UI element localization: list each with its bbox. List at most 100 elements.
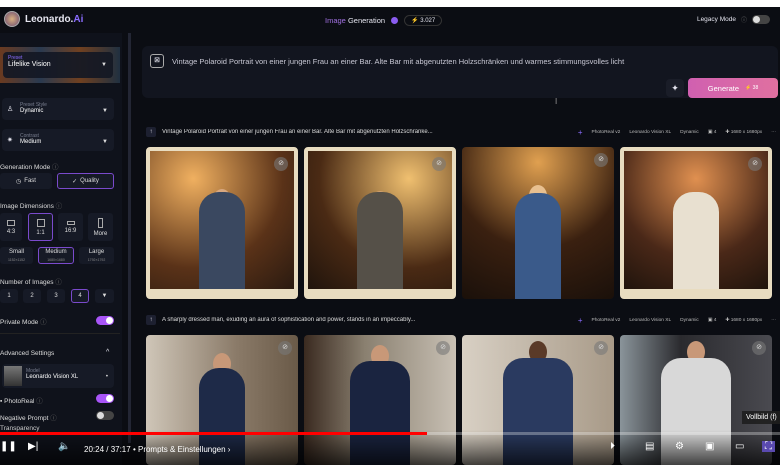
size-small[interactable]: Small 1152×1152: [0, 247, 33, 264]
quality-label: Quality: [80, 178, 99, 184]
preset-select[interactable]: Preset Lifelike Vision ▼: [3, 52, 113, 78]
generated-image[interactable]: ⊘: [146, 147, 298, 299]
logo-ai: Ai: [73, 13, 84, 25]
model-select[interactable]: Model Leonardo Vision XL •: [2, 364, 114, 388]
miniplayer-icon[interactable]: ▣: [705, 441, 714, 452]
hide-icon[interactable]: ⊘: [436, 341, 450, 355]
pin-icon[interactable]: ↑: [146, 127, 156, 137]
images-3[interactable]: 3: [47, 289, 65, 303]
time: 20:24 / 37:17: [84, 445, 131, 454]
sidebar-scrollbar[interactable]: [128, 33, 131, 443]
caret-down-icon: ▼: [101, 62, 107, 68]
images-4[interactable]: 4: [71, 289, 89, 303]
size-medium[interactable]: Medium 1680×1680: [38, 247, 74, 264]
info-dot-icon[interactable]: [391, 17, 399, 24]
fast-button[interactable]: ◷ Fast: [0, 173, 52, 189]
generation-mode-heading: Generation Mode ⓘ: [0, 164, 59, 171]
prompt-input[interactable]: Vintage Polaroid Portrait von einer jung…: [172, 57, 624, 66]
hide-icon[interactable]: ⊘: [278, 341, 292, 355]
tag: 4: [713, 317, 717, 323]
hide-icon[interactable]: ⊘: [594, 341, 608, 355]
model-value: Leonardo Vision XL: [26, 374, 79, 380]
tag: PhotoReal v2: [591, 317, 621, 323]
caret-down-icon: •: [105, 374, 108, 380]
theater-icon[interactable]: ▭: [735, 441, 744, 452]
video-controls: ❚❚ ▶| 🔈 20:24 / 37:17 • Prompts & Einste…: [0, 430, 780, 465]
prompt-box[interactable]: ⊠ Vintage Polaroid Portrait von einer ju…: [142, 46, 778, 98]
progress-bar[interactable]: [0, 432, 780, 435]
photoreal-toggle[interactable]: [96, 394, 114, 403]
fullscreen-icon[interactable]: ⛶: [762, 441, 775, 452]
hide-icon[interactable]: ⊘: [752, 341, 766, 355]
hide-icon[interactable]: ⊘: [748, 157, 762, 171]
negative-prompt-row: Negative Prompt ⓘ: [0, 415, 57, 422]
settings-icon[interactable]: ⚙: [675, 441, 684, 452]
credits-badge[interactable]: ⚡ 3.027: [404, 15, 443, 26]
size-label: Small: [8, 249, 24, 255]
time-display: 20:24 / 37:17 • Prompts & Einstellungen …: [84, 445, 231, 454]
generation-meta: + PhotoReal v2 Leonardo Vision XL Dynamic ▣ …: [577, 127, 776, 137]
generated-image[interactable]: ⊘: [620, 147, 772, 299]
photoreal-label: PhotoReal: [4, 398, 35, 405]
volume-icon[interactable]: 🔈: [58, 441, 70, 452]
top-bar: Leonardo.Ai Image Generation ⚡ 3.027 Lega…: [0, 7, 780, 33]
next-icon[interactable]: ▶|: [28, 441, 38, 452]
pin-icon[interactable]: ↑: [146, 315, 156, 325]
ratio-16-9[interactable]: 16:9: [58, 213, 83, 241]
preset-style-select[interactable]: ♙ Preset Style Dynamic ▼: [2, 98, 114, 120]
logo-text: Leonardo.: [25, 13, 74, 25]
prompt-enhance-icon[interactable]: ✦: [666, 79, 684, 97]
negative-prompt-toggle[interactable]: [96, 411, 114, 420]
generate-cost: 38: [752, 85, 759, 91]
text-cursor-icon: I: [555, 97, 558, 106]
tag: Dynamic: [680, 317, 699, 323]
image-prompt-icon[interactable]: ⊠: [150, 54, 164, 68]
generation-prompt: A sharply dressed man, exuding an aura o…: [162, 317, 416, 323]
hide-icon[interactable]: ⊘: [594, 153, 608, 167]
avatar-icon: [4, 11, 20, 27]
image-dimensions-heading: Image Dimensions ⓘ: [0, 203, 63, 210]
tag: PhotoReal v2: [591, 129, 621, 135]
pause-icon[interactable]: ❚❚: [0, 441, 17, 452]
contrast-value: Medium: [20, 139, 42, 145]
more-icon[interactable]: ···: [771, 318, 776, 323]
ratio-more[interactable]: More: [88, 213, 113, 241]
quality-button[interactable]: ✓ Quality: [57, 173, 114, 189]
number-of-images-label: Number of Images: [0, 279, 54, 286]
progress-fill: [0, 432, 427, 435]
images-1[interactable]: 1: [0, 289, 18, 303]
ratio-1-1[interactable]: 1:1: [28, 213, 53, 241]
images-more-dropdown[interactable]: ▼: [95, 289, 114, 303]
divider: [0, 333, 120, 334]
size-large[interactable]: Large 1792×1792: [79, 247, 114, 264]
hide-icon[interactable]: ⊘: [432, 157, 446, 171]
autoplay-toggle[interactable]: ⏵: [610, 441, 615, 452]
legacy-mode: Legacy Mode ⓘ: [697, 15, 770, 24]
legacy-mode-toggle[interactable]: [752, 15, 770, 24]
sidebar: Preset Lifelike Vision ▼ ♙ Preset Style Dyna…: [0, 33, 122, 465]
subtitles-icon[interactable]: ▤: [645, 441, 654, 452]
ratio-label: More: [93, 230, 108, 237]
private-mode-toggle[interactable]: [96, 316, 114, 325]
figure: [357, 192, 403, 289]
more-icon[interactable]: ···: [771, 130, 776, 135]
plus-icon[interactable]: +: [578, 128, 583, 137]
contrast-select[interactable]: ✷ Contrast Medium ▼: [2, 129, 114, 151]
hide-icon[interactable]: ⊘: [274, 157, 288, 171]
advanced-settings-label: Advanced Settings: [0, 350, 55, 357]
generated-image[interactable]: ⊘: [304, 147, 456, 299]
chapter[interactable]: • Prompts & Einstellungen: [133, 445, 226, 454]
generate-button[interactable]: Generate ⚡ 38: [688, 78, 778, 98]
transparency-label: Transparency: [0, 425, 40, 432]
plus-icon[interactable]: +: [578, 316, 583, 325]
generated-image[interactable]: ⊘: [462, 147, 614, 299]
size-sub: 1792×1792: [87, 258, 106, 262]
tag: 1680 x 1680px: [730, 129, 763, 135]
ratio-4-3[interactable]: 4:3: [0, 213, 22, 241]
images-2[interactable]: 2: [23, 289, 41, 303]
chevron-up-icon[interactable]: ^: [106, 349, 109, 356]
advanced-settings-heading[interactable]: Advanced Settings: [0, 350, 54, 357]
logo[interactable]: Leonardo.Ai: [4, 11, 83, 27]
preset-banner: Preset Lifelike Vision ▼: [0, 47, 120, 83]
size-sub: 1152×1152: [7, 258, 26, 262]
